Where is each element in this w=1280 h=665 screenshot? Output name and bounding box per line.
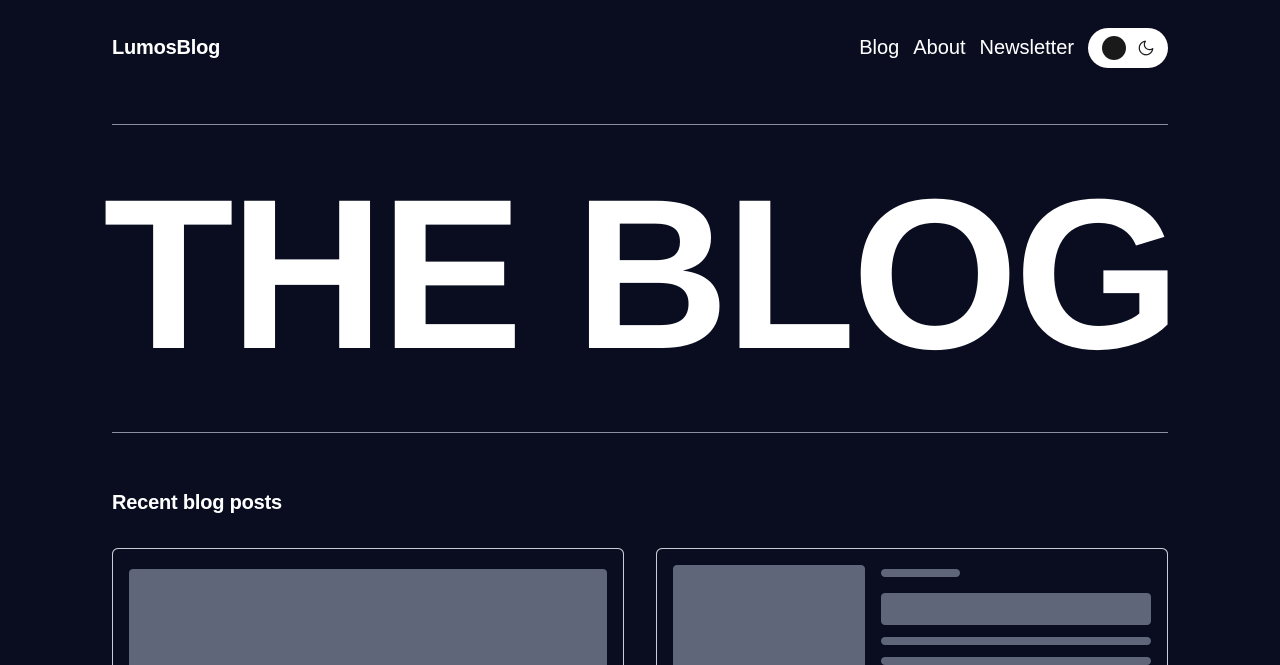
date-placeholder — [881, 569, 960, 577]
image-placeholder — [673, 565, 865, 665]
post-card-skeleton[interactable] — [656, 548, 1168, 665]
hero-divider-bottom — [112, 432, 1168, 433]
image-placeholder — [129, 569, 607, 665]
text-line-placeholder — [881, 657, 1151, 665]
moon-icon — [1136, 38, 1156, 58]
theme-toggle[interactable] — [1088, 28, 1168, 68]
recent-posts-heading: Recent blog posts — [112, 492, 282, 514]
main-nav: Blog About Newsletter — [859, 28, 1168, 68]
nav-link-newsletter[interactable]: Newsletter — [980, 37, 1074, 59]
blog-page: LumosBlog Blog About Newsletter THE BLOG… — [0, 0, 1280, 665]
title-placeholder — [881, 593, 1151, 625]
site-logo[interactable]: LumosBlog — [112, 37, 220, 59]
hero-divider-top — [112, 124, 1168, 125]
hero-title: THE BLOG — [103, 155, 1181, 394]
nav-link-blog[interactable]: Blog — [859, 37, 899, 59]
nav-link-about[interactable]: About — [913, 37, 965, 59]
text-line-placeholder — [881, 637, 1151, 645]
toggle-knob — [1102, 36, 1126, 60]
site-header: LumosBlog Blog About Newsletter — [112, 28, 1168, 68]
post-card-skeleton[interactable] — [112, 548, 624, 665]
